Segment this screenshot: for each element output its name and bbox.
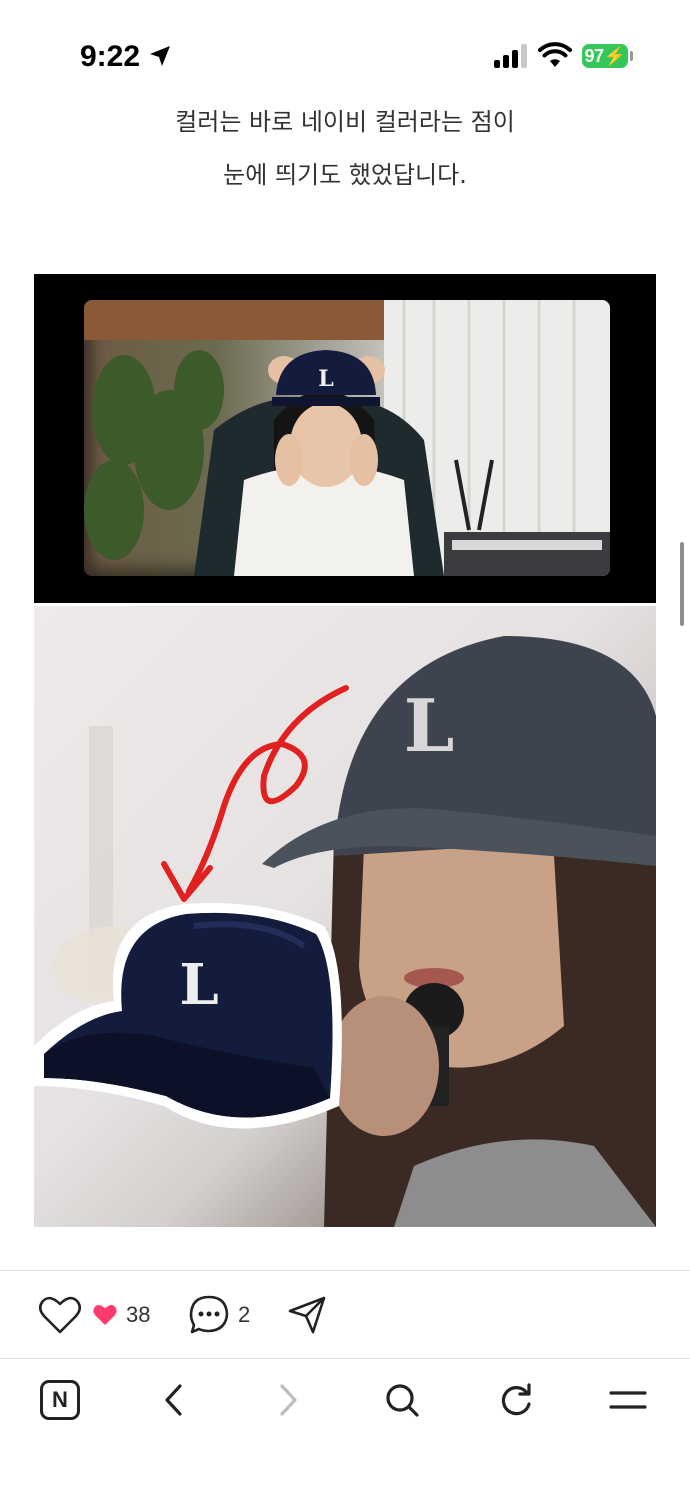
naver-n-icon: N [40,1380,80,1420]
search-icon [386,1384,419,1417]
page: 9:22 97⚡ 컬러는 바로 네이비 컬러라는 점이 눈에 띄기도 했었답니다… [0,0,690,1500]
video-scene-illustration: L [84,300,610,576]
chevron-left-icon [165,1384,182,1416]
status-time: 9:22 [80,40,141,73]
battery-tip [630,51,633,61]
article-text-line: 눈에 띄기도 했었답니다. [223,161,467,189]
cap-collage-image[interactable]: L L [34,606,656,1227]
pink-heart-icon [93,1305,117,1326]
video-still-image[interactable]: L [34,274,656,603]
comment-bubble-icon [189,1295,229,1334]
refresh-button[interactable] [494,1378,538,1422]
share-button[interactable] [286,1272,328,1358]
cap-logo-product: L [179,952,218,1018]
article-text: 컬러는 바로 네이비 컬러라는 점이 눈에 띄기도 했었답니다. [0,96,690,202]
video-frame: L [84,300,610,576]
likes-count: 38 [126,1302,151,1327]
comments-count: 2 [238,1302,251,1327]
divider-bottom [0,1358,690,1359]
chevron-right-icon [280,1384,297,1416]
scrollbar-thumb[interactable] [680,542,684,626]
battery-icon: 97⚡ [582,44,628,68]
post-action-bar: 38 2 [0,1272,690,1358]
refresh-icon [501,1383,531,1416]
search-button[interactable] [380,1378,424,1422]
status-bar: 9:22 97⚡ [0,0,690,110]
menu-button[interactable] [606,1378,650,1422]
back-button[interactable] [152,1378,196,1422]
article-text-line: 컬러는 바로 네이비 컬러라는 점이 [175,108,515,136]
naver-n-label: N [52,1387,68,1412]
naver-home-button[interactable]: N [38,1378,82,1422]
divider-top [0,1270,690,1271]
hamburger-menu-icon [609,1391,647,1409]
browser-toolbar: N [0,1360,690,1440]
like-button[interactable] [38,1272,82,1358]
cap-logo-large: L [404,683,455,768]
cap-logo-small: L [318,366,333,392]
likes-count-group[interactable]: 38 [92,1272,150,1358]
battery-level: 97 [584,46,605,66]
cellular-signal-icon [494,44,528,68]
send-icon [288,1296,326,1334]
cap-collage-illustration: L L [34,636,656,1227]
wifi-icon [538,42,572,67]
comment-button[interactable]: 2 [188,1272,250,1358]
heart-outline-icon [38,1296,82,1334]
forward-button[interactable] [266,1378,310,1422]
location-arrow-icon [150,46,170,66]
